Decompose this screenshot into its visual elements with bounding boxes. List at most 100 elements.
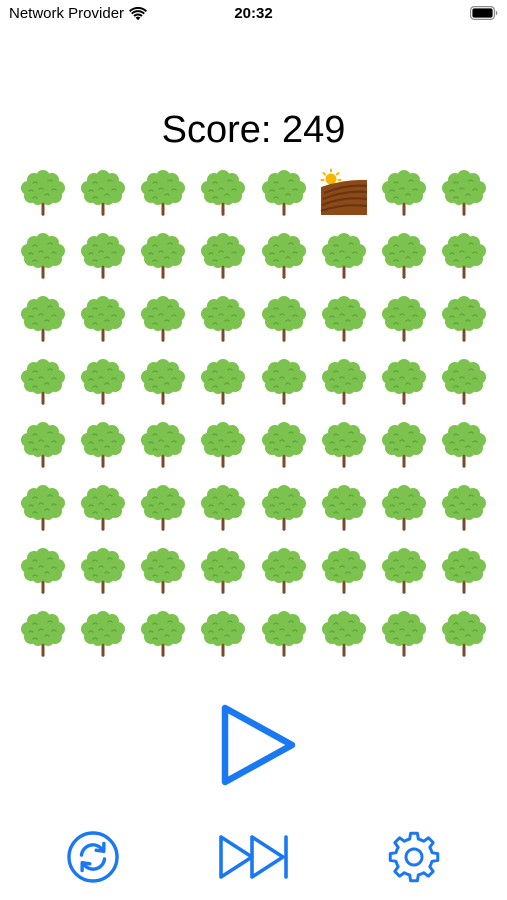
board-cell[interactable] [193,476,253,539]
tree-icon [440,231,488,281]
board-cell[interactable] [254,350,314,413]
play-button[interactable] [216,700,300,790]
settings-button[interactable] [386,829,442,885]
tree-icon [440,609,488,659]
board-cell[interactable] [374,602,434,665]
tree-icon [320,294,368,344]
tree-icon [139,483,187,533]
board-cell[interactable] [434,224,494,287]
tree-icon [19,420,67,470]
board-cell[interactable] [193,287,253,350]
tree-icon [139,231,187,281]
board-cell[interactable] [133,476,193,539]
reset-button[interactable] [65,829,121,885]
tree-icon [199,609,247,659]
tree-icon [19,231,67,281]
board-cell[interactable] [254,539,314,602]
board-cell[interactable] [374,413,434,476]
board-cell[interactable] [193,161,253,224]
board-cell[interactable] [254,413,314,476]
status-time: 20:32 [234,5,273,22]
tree-icon [320,609,368,659]
score-label: Score: 249 [161,109,346,151]
board-cell[interactable] [314,602,374,665]
board-cell[interactable] [13,224,73,287]
board-cell[interactable] [374,539,434,602]
board-cell[interactable] [193,350,253,413]
board-cell[interactable] [73,476,133,539]
tree-icon [139,609,187,659]
play-icon [221,704,296,786]
tree-icon [79,168,127,218]
board-cell[interactable] [73,350,133,413]
board-cell[interactable] [133,224,193,287]
board-cell[interactable] [13,161,73,224]
board-cell[interactable] [434,350,494,413]
board-cell[interactable] [434,413,494,476]
board-cell[interactable] [133,413,193,476]
board-cell[interactable] [254,287,314,350]
board-cell[interactable] [434,539,494,602]
board-cell[interactable] [13,602,73,665]
fast-forward-button[interactable] [214,829,294,885]
board-cell[interactable] [13,413,73,476]
board-cell[interactable] [374,161,434,224]
board-cell[interactable] [254,602,314,665]
board-cell[interactable] [133,602,193,665]
board-cell[interactable] [133,287,193,350]
board-cell[interactable] [254,476,314,539]
battery-icon [470,6,498,20]
board-cell[interactable] [314,476,374,539]
board-cell[interactable] [434,287,494,350]
board-cell[interactable] [73,602,133,665]
tree-icon [380,357,428,407]
tree-icon [380,546,428,596]
tree-icon [380,483,428,533]
board-cell[interactable] [314,413,374,476]
board-cell[interactable] [193,539,253,602]
tree-icon [19,483,67,533]
board-cell[interactable] [434,602,494,665]
board-cell[interactable] [314,224,374,287]
tree-icon [139,168,187,218]
tree-icon [440,420,488,470]
board-cell[interactable] [374,476,434,539]
tree-icon [199,420,247,470]
tree-icon [260,294,308,344]
tree-icon [79,483,127,533]
board-cell[interactable] [434,476,494,539]
board-cell[interactable] [374,350,434,413]
tree-icon [139,294,187,344]
board-cell[interactable] [13,539,73,602]
tree-icon [79,609,127,659]
game-board [13,161,494,665]
fast-forward-icon [219,835,288,879]
board-cell[interactable] [73,161,133,224]
board-cell[interactable] [73,539,133,602]
board-cell[interactable] [314,161,374,224]
board-cell[interactable] [434,161,494,224]
board-cell[interactable] [13,287,73,350]
board-cell[interactable] [73,224,133,287]
board-cell[interactable] [193,413,253,476]
board-cell[interactable] [133,539,193,602]
tree-icon [19,357,67,407]
board-cell[interactable] [193,602,253,665]
board-cell[interactable] [133,161,193,224]
tree-icon [19,294,67,344]
board-cell[interactable] [254,224,314,287]
board-cell[interactable] [193,224,253,287]
board-cell[interactable] [314,350,374,413]
tree-icon [260,231,308,281]
board-cell[interactable] [133,350,193,413]
tree-icon [79,357,127,407]
board-cell[interactable] [73,413,133,476]
board-cell[interactable] [314,539,374,602]
board-cell[interactable] [254,161,314,224]
board-cell[interactable] [374,287,434,350]
board-cell[interactable] [13,350,73,413]
board-cell[interactable] [13,476,73,539]
board-cell[interactable] [73,287,133,350]
board-cell[interactable] [314,287,374,350]
board-cell[interactable] [374,224,434,287]
